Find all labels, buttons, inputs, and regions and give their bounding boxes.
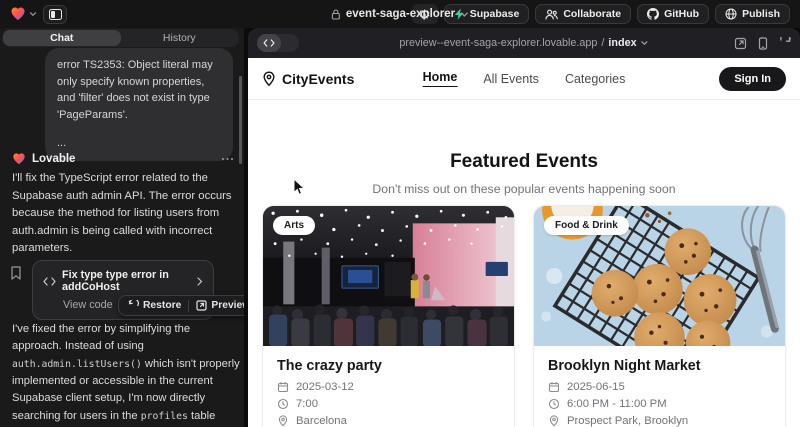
url-page: index	[608, 37, 636, 49]
category-badge: Arts	[273, 216, 315, 235]
globe-icon	[725, 8, 737, 20]
site-canvas: CityEvents Home All Events Categories Si…	[248, 58, 800, 427]
chevron-down-icon	[460, 10, 469, 19]
bookmark-icon[interactable]	[10, 266, 22, 280]
user-message-bubble: error TS2353: Object literal may only sp…	[45, 48, 233, 161]
nav-all-events[interactable]: All Events	[483, 72, 539, 86]
chevron-down-icon	[641, 39, 649, 47]
event-date: 2025-06-15	[567, 381, 625, 393]
preview-icon	[196, 300, 207, 311]
user-message-ellipsis: ...	[57, 135, 221, 152]
section-title: Featured Events	[248, 151, 800, 173]
assistant-name: Lovable	[32, 153, 75, 165]
map-pin-icon	[262, 71, 276, 87]
map-pin-icon	[548, 415, 560, 427]
nav-home[interactable]: Home	[423, 70, 458, 87]
clock-icon	[548, 398, 560, 410]
chat-panel: Chat History error TS2353: Object litera…	[0, 28, 244, 427]
event-date: 2025-03-12	[296, 381, 354, 393]
lovable-logo-menu[interactable]	[10, 6, 37, 22]
refresh-icon[interactable]	[779, 37, 791, 49]
preview-url[interactable]: preview--event-saga-explorer.lovable.app…	[399, 37, 648, 49]
publish-label: Publish	[742, 8, 780, 20]
calendar-icon	[277, 381, 289, 393]
assistant-intro-text: I'll fix the TypeScript error related to…	[12, 170, 238, 258]
sidebar-toggle-button[interactable]	[43, 5, 67, 24]
assistant-outro-text: I've fixed the error by simplifying the …	[12, 321, 242, 427]
preview-pane: preview--event-saga-explorer.lovable.app…	[248, 28, 800, 427]
site-header: CityEvents Home All Events Categories Si…	[248, 58, 800, 100]
publish-button[interactable]: Publish	[715, 4, 790, 24]
event-title: Brooklyn Night Market	[548, 358, 771, 374]
map-pin-icon	[277, 415, 289, 427]
restore-button[interactable]: Restore	[121, 296, 188, 315]
mobile-view-icon[interactable]	[758, 37, 768, 50]
outro-code-2: profiles	[141, 411, 188, 422]
event-card-brooklyn-market[interactable]: Food & Drink Brooklyn Night Market 2025-…	[533, 205, 786, 427]
event-image-conference: Arts	[263, 206, 514, 346]
category-badge: Food & Drink	[544, 216, 629, 235]
preview-toolbar: preview--event-saga-explorer.lovable.app…	[248, 28, 800, 58]
event-title: The crazy party	[277, 358, 500, 374]
site-nav: Home All Events Categories	[423, 70, 626, 87]
project-name: event-saga-explorer	[346, 8, 455, 20]
lovable-heart-icon	[12, 152, 26, 166]
site-brand[interactable]: CityEvents	[262, 71, 354, 87]
calendar-icon	[548, 381, 560, 393]
restore-icon	[128, 300, 139, 311]
github-label: GitHub	[664, 8, 699, 20]
user-message-text: error TS2353: Object literal may only sp…	[57, 57, 221, 123]
restore-label: Restore	[143, 300, 181, 311]
event-card-crazy-party[interactable]: Arts The crazy party 2025-03-12 7	[262, 205, 515, 427]
chat-scrollbar[interactable]	[239, 76, 242, 164]
supabase-label: Supabase	[470, 8, 520, 20]
tab-chat[interactable]: Chat	[3, 30, 121, 46]
outro-text-1: I've fixed the error by simplifying the …	[12, 323, 190, 352]
chevron-right-icon	[197, 277, 203, 286]
project-switcher[interactable]: event-saga-explorer	[331, 8, 469, 20]
collaborate-button[interactable]: Collaborate	[535, 4, 631, 24]
chat-history-tabs: Chat History	[2, 29, 239, 47]
event-time: 7:00	[296, 398, 318, 410]
people-icon	[545, 9, 558, 20]
nav-categories[interactable]: Categories	[565, 72, 625, 86]
code-view-toggle[interactable]	[257, 34, 299, 52]
app-topbar: event-saga-explorer ⚙ Supabase Collabora…	[0, 0, 800, 28]
github-icon	[647, 8, 659, 20]
tab-history[interactable]: History	[121, 30, 239, 46]
lock-icon	[331, 9, 341, 20]
open-external-icon[interactable]	[734, 37, 747, 50]
preview-button[interactable]: Preview	[189, 296, 244, 315]
url-separator: /	[601, 37, 604, 49]
clock-icon	[277, 398, 289, 410]
code-icon	[43, 277, 56, 286]
github-button[interactable]: GitHub	[637, 4, 709, 24]
code-card-title: Fix type type error in addCoHost	[62, 269, 191, 293]
collaborate-label: Collaborate	[563, 8, 621, 20]
chevron-down-icon	[29, 10, 37, 18]
url-host: preview--event-saga-explorer.lovable.app	[399, 37, 597, 49]
event-image-cookies: Food & Drink	[534, 206, 785, 346]
lovable-heart-icon	[10, 6, 26, 22]
event-location: Prospect Park, Brooklyn	[567, 415, 688, 427]
sign-in-button[interactable]: Sign In	[719, 67, 786, 91]
event-location: Barcelona	[296, 415, 347, 427]
preview-label: Preview	[211, 300, 244, 311]
outro-code-1: auth.admin.listUsers()	[12, 359, 142, 370]
message-menu-icon[interactable]	[221, 157, 234, 161]
message-actions-toolbar: Restore Preview	[118, 295, 244, 316]
event-cards: Arts The crazy party 2025-03-12 7	[262, 205, 786, 427]
event-time: 6:00 PM - 11:00 PM	[567, 398, 667, 410]
brand-name: CityEvents	[282, 71, 354, 87]
section-subtitle: Don't miss out on these popular events h…	[248, 182, 800, 196]
